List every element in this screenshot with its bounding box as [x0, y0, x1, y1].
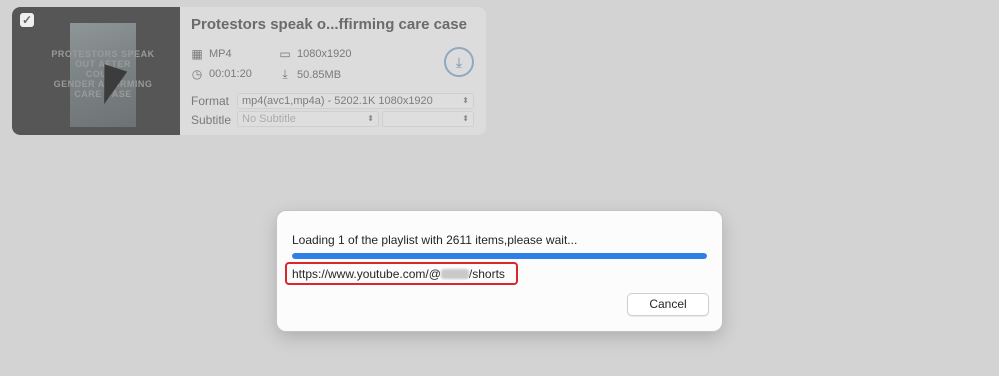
resolution-text: 1080x1920 [297, 48, 352, 60]
format-type-text: MP4 [209, 48, 232, 60]
url-suffix: /shorts [468, 267, 505, 281]
redacted-username [440, 269, 469, 279]
subtitle-secondary-select[interactable]: ⬍ [382, 111, 474, 127]
subtitle-select-value: No Subtitle [242, 113, 296, 125]
format-type-meta: ▦ MP4 [191, 47, 232, 61]
filesize-text: 50.85MB [297, 68, 342, 81]
loading-message: Loading 1 of the playlist with 2611 item… [292, 233, 578, 247]
progress-bar [292, 253, 707, 259]
cancel-button[interactable]: Cancel [627, 293, 709, 316]
chevron-updown-icon: ⬍ [367, 114, 374, 123]
video-thumbnail[interactable]: PROTESTORS SPEAK OUT AFTER COURT GENDER … [12, 7, 180, 135]
video-title: Protestors speak o...ffirming care case [191, 16, 467, 33]
select-checkbox[interactable]: ✓ [20, 13, 34, 27]
download-icon: ⤓ [455, 54, 463, 70]
subtitle-label: Subtitle [191, 113, 232, 127]
loading-dialog: Loading 1 of the playlist with 2611 item… [277, 211, 722, 331]
duration-text: 00:01:20 [209, 68, 252, 80]
playlist-url: https://www.youtube.com/@ /shorts [292, 267, 505, 281]
format-select[interactable]: mp4(avc1,mp4a) - 5202.1K 1080x1920 ⬍ [237, 93, 474, 109]
duration-meta: ◷ 00:01:20 [191, 67, 252, 81]
chevron-updown-icon: ⬍ [462, 96, 469, 105]
monitor-icon: ▭ [279, 47, 291, 61]
video-card: PROTESTORS SPEAK OUT AFTER COURT GENDER … [12, 7, 486, 135]
progress-fill [292, 253, 707, 259]
film-icon: ▦ [191, 47, 203, 61]
resolution-meta: ▭ 1080x1920 [279, 47, 351, 61]
format-label: Format [191, 94, 230, 108]
chevron-updown-icon: ⬍ [462, 114, 469, 123]
url-prefix: https://www.youtube.com/@ [292, 267, 441, 281]
download-size-icon: ⤓ [282, 67, 288, 81]
download-button[interactable]: ⤓ [444, 47, 474, 77]
clock-icon: ◷ [191, 67, 203, 81]
filesize-meta: ⤓ 50.85MB [279, 67, 341, 82]
format-select-value: mp4(avc1,mp4a) - 5202.1K 1080x1920 [242, 95, 433, 107]
subtitle-select[interactable]: No Subtitle ⬍ [237, 111, 379, 127]
